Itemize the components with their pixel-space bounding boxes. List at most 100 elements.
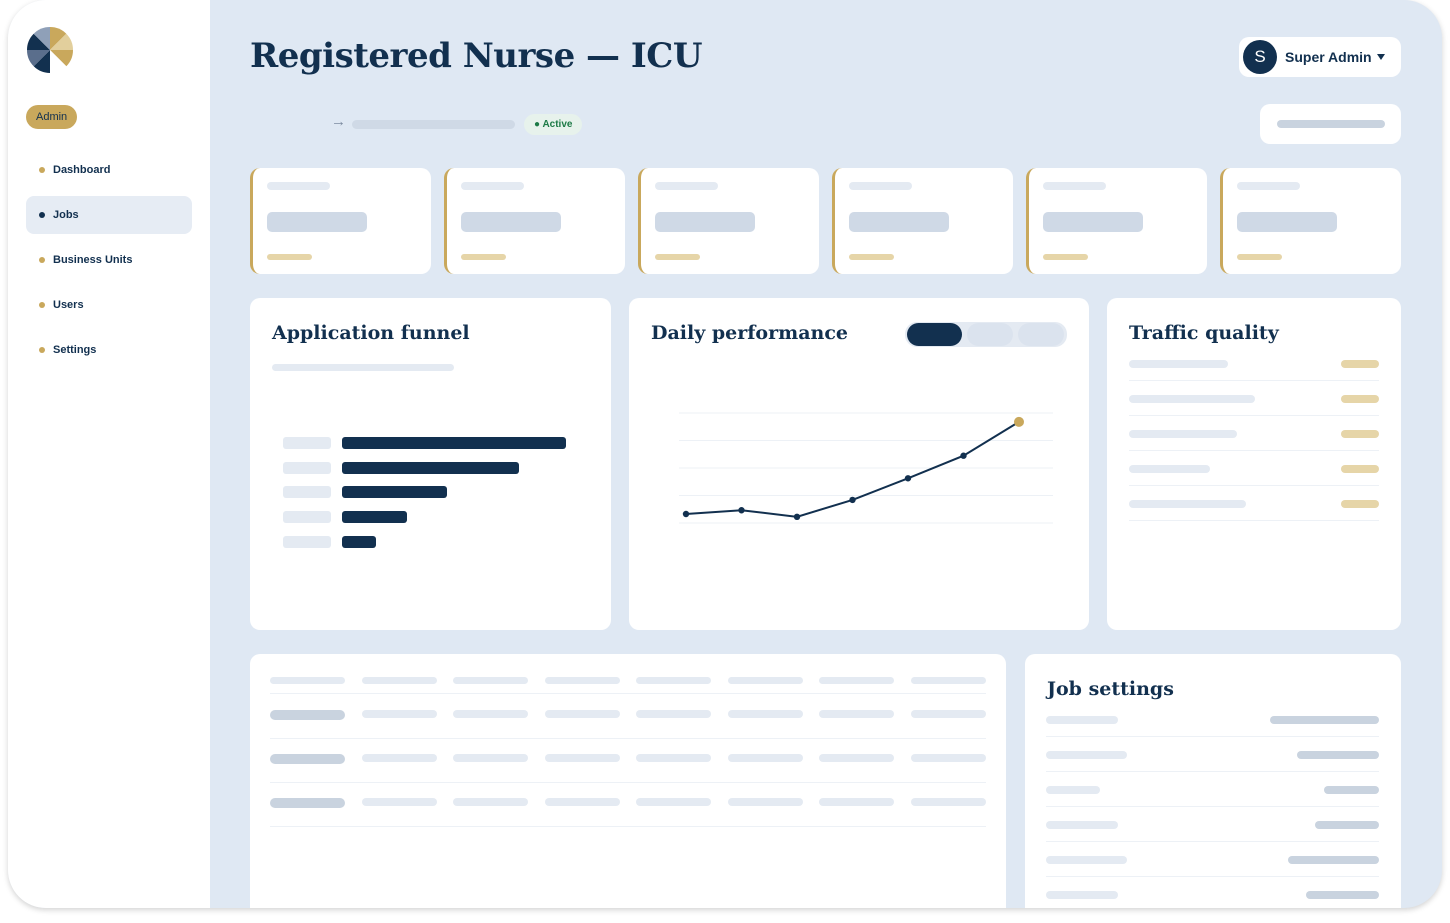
funnel-bar xyxy=(342,437,566,449)
panel-title: Application funnel xyxy=(272,322,470,344)
panel-title: Traffic quality xyxy=(1129,322,1279,344)
user-menu-button[interactable]: S Super Admin xyxy=(1239,37,1401,77)
divider xyxy=(270,738,986,739)
role-badge: Admin xyxy=(26,105,78,129)
table-cell-placeholder xyxy=(362,798,437,806)
sidebar-item-jobs[interactable]: Jobs xyxy=(26,196,192,234)
table-cell-placeholder xyxy=(362,754,437,762)
table-cell-placeholder xyxy=(545,710,620,718)
stat-card xyxy=(250,168,431,274)
table-cell-placeholder xyxy=(911,798,986,806)
stat-value-placeholder xyxy=(461,212,561,232)
applicants-table xyxy=(250,654,1006,908)
sidebar-item-label: Dashboard xyxy=(53,164,111,176)
table-header-placeholder xyxy=(270,677,345,684)
sidebar-nav: Dashboard Jobs Business Units Users Sett… xyxy=(26,151,192,376)
data-point xyxy=(682,510,690,518)
caret-down-icon xyxy=(1376,54,1385,60)
table-header-placeholder xyxy=(453,677,528,684)
table-cell-placeholder xyxy=(819,798,894,806)
table-cell-placeholder xyxy=(270,798,345,808)
sidebar: Admin Dashboard Jobs Business Units User… xyxy=(8,0,210,908)
table-cell-placeholder xyxy=(819,754,894,762)
stat-value-placeholder xyxy=(267,212,367,232)
sidebar-item-label: Users xyxy=(53,299,84,311)
button-label-placeholder xyxy=(1277,120,1385,128)
funnel-stage-label xyxy=(283,511,331,524)
sidebar-item-dashboard[interactable]: Dashboard xyxy=(26,151,192,189)
table-cell-placeholder xyxy=(911,754,986,762)
stat-delta-placeholder xyxy=(655,254,700,260)
table-cell-placeholder xyxy=(636,798,711,806)
setting-value-placeholder[interactable] xyxy=(1288,856,1379,864)
table-cell-placeholder xyxy=(545,798,620,806)
sidebar-item-label: Business Units xyxy=(53,254,133,266)
traffic-quality-panel: Traffic quality xyxy=(1107,298,1401,630)
data-point xyxy=(849,496,856,504)
stat-card xyxy=(444,168,625,274)
stat-delta-placeholder xyxy=(267,254,312,260)
setting-label-placeholder xyxy=(1046,751,1127,759)
stat-delta-placeholder xyxy=(849,254,894,260)
traffic-source-placeholder xyxy=(1129,395,1255,403)
data-point xyxy=(793,513,801,521)
panel-title: Job settings xyxy=(1047,678,1174,700)
setting-value-placeholder[interactable] xyxy=(1324,786,1379,794)
divider xyxy=(270,826,986,827)
stat-value-placeholder xyxy=(655,212,755,232)
table-cell-placeholder xyxy=(545,754,620,762)
bullet-icon xyxy=(39,302,45,308)
stat-label-placeholder xyxy=(849,182,912,190)
bullet-icon xyxy=(39,347,45,353)
stat-card xyxy=(832,168,1013,274)
table-cell-placeholder xyxy=(636,710,711,718)
table-header-placeholder xyxy=(728,677,803,684)
table-cell-placeholder xyxy=(911,710,986,718)
table-cell-placeholder xyxy=(362,710,437,718)
traffic-source-placeholder xyxy=(1129,500,1246,508)
traffic-score-placeholder xyxy=(1341,395,1379,403)
divider xyxy=(1046,736,1379,737)
table-cell-placeholder xyxy=(728,798,803,806)
bullet-icon xyxy=(39,167,45,173)
table-header-placeholder xyxy=(911,677,986,684)
funnel-stage-label xyxy=(283,535,331,548)
stat-value-placeholder xyxy=(1237,212,1337,232)
job-settings-panel: Job settings xyxy=(1025,654,1401,908)
setting-value-placeholder[interactable] xyxy=(1270,716,1379,724)
table-cell-placeholder xyxy=(270,754,345,764)
bullet-icon xyxy=(39,212,45,218)
traffic-source-placeholder xyxy=(1129,360,1228,368)
setting-label-placeholder xyxy=(1046,891,1118,899)
table-header-placeholder xyxy=(545,677,620,684)
divider xyxy=(1046,876,1379,877)
sidebar-item-settings[interactable]: Settings xyxy=(26,331,192,369)
stat-label-placeholder xyxy=(1043,182,1106,190)
main-content: Registered Nurse — ICU S Super Admin → ●… xyxy=(210,0,1442,908)
traffic-score-placeholder xyxy=(1341,465,1379,473)
traffic-source-placeholder xyxy=(1129,465,1210,473)
panel-subtitle-placeholder xyxy=(272,364,454,371)
setting-value-placeholder[interactable] xyxy=(1306,891,1379,899)
sidebar-item-users[interactable]: Users xyxy=(26,286,192,324)
sidebar-item-label: Jobs xyxy=(53,209,79,221)
divider xyxy=(1046,771,1379,772)
table-cell-placeholder xyxy=(453,798,528,806)
header-action-button[interactable] xyxy=(1260,104,1401,144)
table-cell-placeholder xyxy=(270,710,345,720)
setting-value-placeholder[interactable] xyxy=(1297,751,1379,759)
funnel-bar xyxy=(342,486,447,499)
pinwheel-logo-icon xyxy=(26,26,74,74)
divider xyxy=(270,782,986,783)
stat-delta-placeholder xyxy=(461,254,506,260)
stat-value-placeholder xyxy=(1043,212,1143,232)
funnel-stage-label xyxy=(283,486,331,499)
divider xyxy=(1129,450,1379,451)
sidebar-item-business-units[interactable]: Business Units xyxy=(26,241,192,279)
table-cell-placeholder xyxy=(453,710,528,718)
data-point xyxy=(904,475,912,482)
divider xyxy=(1129,520,1379,521)
setting-value-placeholder[interactable] xyxy=(1315,821,1379,829)
application-funnel-panel: Application funnel xyxy=(250,298,611,630)
traffic-source-placeholder xyxy=(1129,430,1237,438)
